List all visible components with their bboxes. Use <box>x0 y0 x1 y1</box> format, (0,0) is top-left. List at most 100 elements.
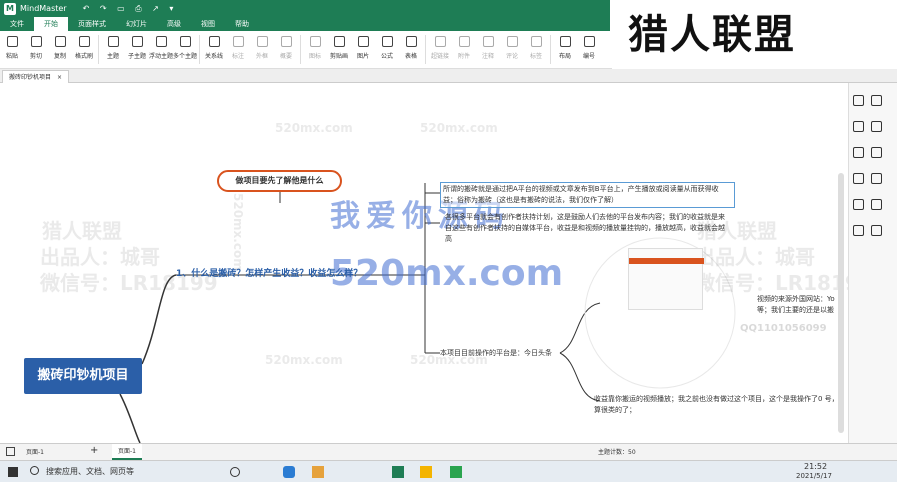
taskbar-search-input[interactable]: 搜索应用、文档、网页等 <box>46 466 134 477</box>
taskbar-app-icon[interactable] <box>450 466 462 478</box>
note-topic[interactable]: 视频的来源外国网站：Yo 等；我们主要的还是以搬 <box>757 294 845 316</box>
formula-label: 公式 <box>380 53 393 60</box>
page-list-icon[interactable] <box>6 447 15 456</box>
summary-icon <box>280 36 292 47</box>
comment-button[interactable]: 评论 <box>500 31 524 68</box>
mark-label: 图标 <box>308 53 321 60</box>
subtopic-icon <box>131 36 143 47</box>
table-button[interactable]: 表格 <box>399 31 423 68</box>
search-icon[interactable] <box>30 466 39 475</box>
document-tabs: 搬砖印钞机项目 × <box>0 69 897 83</box>
menu-tab-advanced[interactable]: 高级 <box>157 17 191 31</box>
menu-tab-start[interactable]: 开始 <box>34 17 68 31</box>
topic-button[interactable]: 主题 <box>101 31 125 68</box>
video-thumbnail[interactable] <box>628 248 704 310</box>
menu-tab-file[interactable]: 文件 <box>0 17 34 31</box>
copy-label: 复制 <box>53 53 66 60</box>
floating-topic-label: 浮动主题 <box>149 53 174 60</box>
task-icon[interactable] <box>871 199 882 210</box>
taskbar-app-icon[interactable] <box>420 466 432 478</box>
menu-tab-view[interactable]: 视图 <box>191 17 225 31</box>
attachment-button[interactable]: 附件 <box>452 31 476 68</box>
app-logo-icon: M <box>4 2 16 15</box>
hyperlink-icon <box>434 36 446 47</box>
relationship-button[interactable]: 关系线 <box>202 31 226 68</box>
hyperlink-button[interactable]: 超链接 <box>428 31 452 68</box>
status-bar: 页面-1 + 页面-1 主题计数：50 <box>0 443 897 460</box>
cut-button[interactable]: 剪切 <box>24 31 48 68</box>
ribbon-divider <box>425 35 426 64</box>
list-icon[interactable] <box>871 121 882 132</box>
note-topic[interactable]: 本项目目前操作的平台是：今日头条 <box>440 348 570 359</box>
main-topic-node[interactable]: 1、什么是搬砖？怎样产生收益？收益怎么样？ <box>176 266 362 279</box>
clipart-button[interactable]: 剪贴画 <box>327 31 351 68</box>
callout-button[interactable]: 标注 <box>226 31 250 68</box>
picture-icon <box>357 36 369 47</box>
note-button[interactable]: 注释 <box>476 31 500 68</box>
formula-icon <box>381 36 393 47</box>
task-view-icon[interactable] <box>230 467 240 477</box>
taskbar-app-icon[interactable] <box>392 466 404 478</box>
copy-button[interactable]: 复制 <box>48 31 72 68</box>
multiple-topics-icon <box>179 36 191 47</box>
tag-icon <box>530 36 542 47</box>
summary-button[interactable]: 概要 <box>274 31 298 68</box>
subtopic-node[interactable]: 做项目要先了解他是什么 <box>217 170 342 192</box>
clipart-icon[interactable] <box>871 173 882 184</box>
document-tab[interactable]: 搬砖印钞机项目 × <box>2 70 69 83</box>
format-painter-label: 格式刷 <box>74 53 93 60</box>
app-title: MindMaster <box>20 4 67 13</box>
tag-button[interactable]: 标签 <box>524 31 548 68</box>
mark-button[interactable]: 图标 <box>303 31 327 68</box>
multiple-topics-button[interactable]: 多个主题 <box>173 31 197 68</box>
layout-button[interactable]: 布局 <box>553 31 577 68</box>
add-page-icon[interactable]: + <box>90 445 98 456</box>
boundary-button[interactable]: 外框 <box>250 31 274 68</box>
clipboard-icon <box>6 36 18 47</box>
menu-tab-help[interactable]: 帮助 <box>225 17 259 31</box>
windows-start-icon[interactable] <box>8 467 18 477</box>
clock-time[interactable]: 21:52 <box>804 462 827 471</box>
mark-icon[interactable] <box>853 147 864 158</box>
note-topic[interactable]: 各很多平台就会有创作者扶持计划，这是鼓励人们去他的平台发布内容；我们的收益就是来… <box>445 212 730 245</box>
menu-tab-page-style[interactable]: 页面样式 <box>68 17 116 31</box>
watermark-qq: QQ1101056099 <box>740 323 827 334</box>
page-tab[interactable]: 页面-1 <box>112 444 142 460</box>
clock-date[interactable]: 2021/5/17 <box>796 472 832 480</box>
comment-icon <box>506 36 518 47</box>
note-topic[interactable]: 所谓的搬砖就是通过把A平台的视频或文章发布到B平台上，产生播放或阅读量从而获得收… <box>440 182 735 208</box>
floating-topic-button[interactable]: 浮动主题 <box>149 31 173 68</box>
windows-taskbar: 搜索应用、文档、网页等 21:52 2021/5/17 <box>0 460 897 482</box>
quick-access-toolbar[interactable]: ↶ ↷ ▭ ⎙ ↗ ▾ <box>83 4 178 14</box>
root-topic-node[interactable]: 搬砖印钞机项目 <box>24 358 142 394</box>
layout-icon <box>559 36 571 47</box>
menu-tab-slides[interactable]: 幻灯片 <box>116 17 157 31</box>
style-icon[interactable] <box>871 95 882 106</box>
picture-button[interactable]: 图片 <box>351 31 375 68</box>
task-icon[interactable] <box>853 199 864 210</box>
page-selector[interactable]: 页面-1 <box>26 447 44 456</box>
format-painter-button[interactable]: 格式刷 <box>72 31 96 68</box>
taskbar-app-icon[interactable] <box>283 466 295 478</box>
outline-icon[interactable] <box>853 225 864 236</box>
clipart-icon[interactable] <box>853 173 864 184</box>
ribbon-divider <box>199 35 200 64</box>
note-label: 注释 <box>481 53 494 60</box>
picture-label: 图片 <box>356 53 369 60</box>
ribbon-divider <box>98 35 99 64</box>
formula-button[interactable]: 公式 <box>375 31 399 68</box>
mindmap-canvas[interactable]: 猎人联盟 出品人：城哥 微信号：LR18199 猎人联盟 出品人：城哥 微信号：… <box>0 83 848 443</box>
numbering-button[interactable]: 编号 <box>577 31 601 68</box>
taskbar-app-icon[interactable] <box>312 466 324 478</box>
document-tab-close-icon[interactable]: × <box>57 74 62 81</box>
style-icon[interactable] <box>853 95 864 106</box>
brand-watermark: 猎人联盟 <box>612 0 897 70</box>
note-topic[interactable]: 收益靠你搬运的视频播放；我之前也没有做过这个项目，这个是我操作了0 号，算很类的… <box>594 394 844 416</box>
list-icon[interactable] <box>853 121 864 132</box>
mark-icon[interactable] <box>871 147 882 158</box>
layout-label: 布局 <box>558 53 571 60</box>
outline-icon[interactable] <box>871 225 882 236</box>
vertical-scrollbar[interactable] <box>838 173 844 433</box>
subtopic-button[interactable]: 子主题 <box>125 31 149 68</box>
paste-button[interactable]: 粘贴 <box>0 31 24 68</box>
